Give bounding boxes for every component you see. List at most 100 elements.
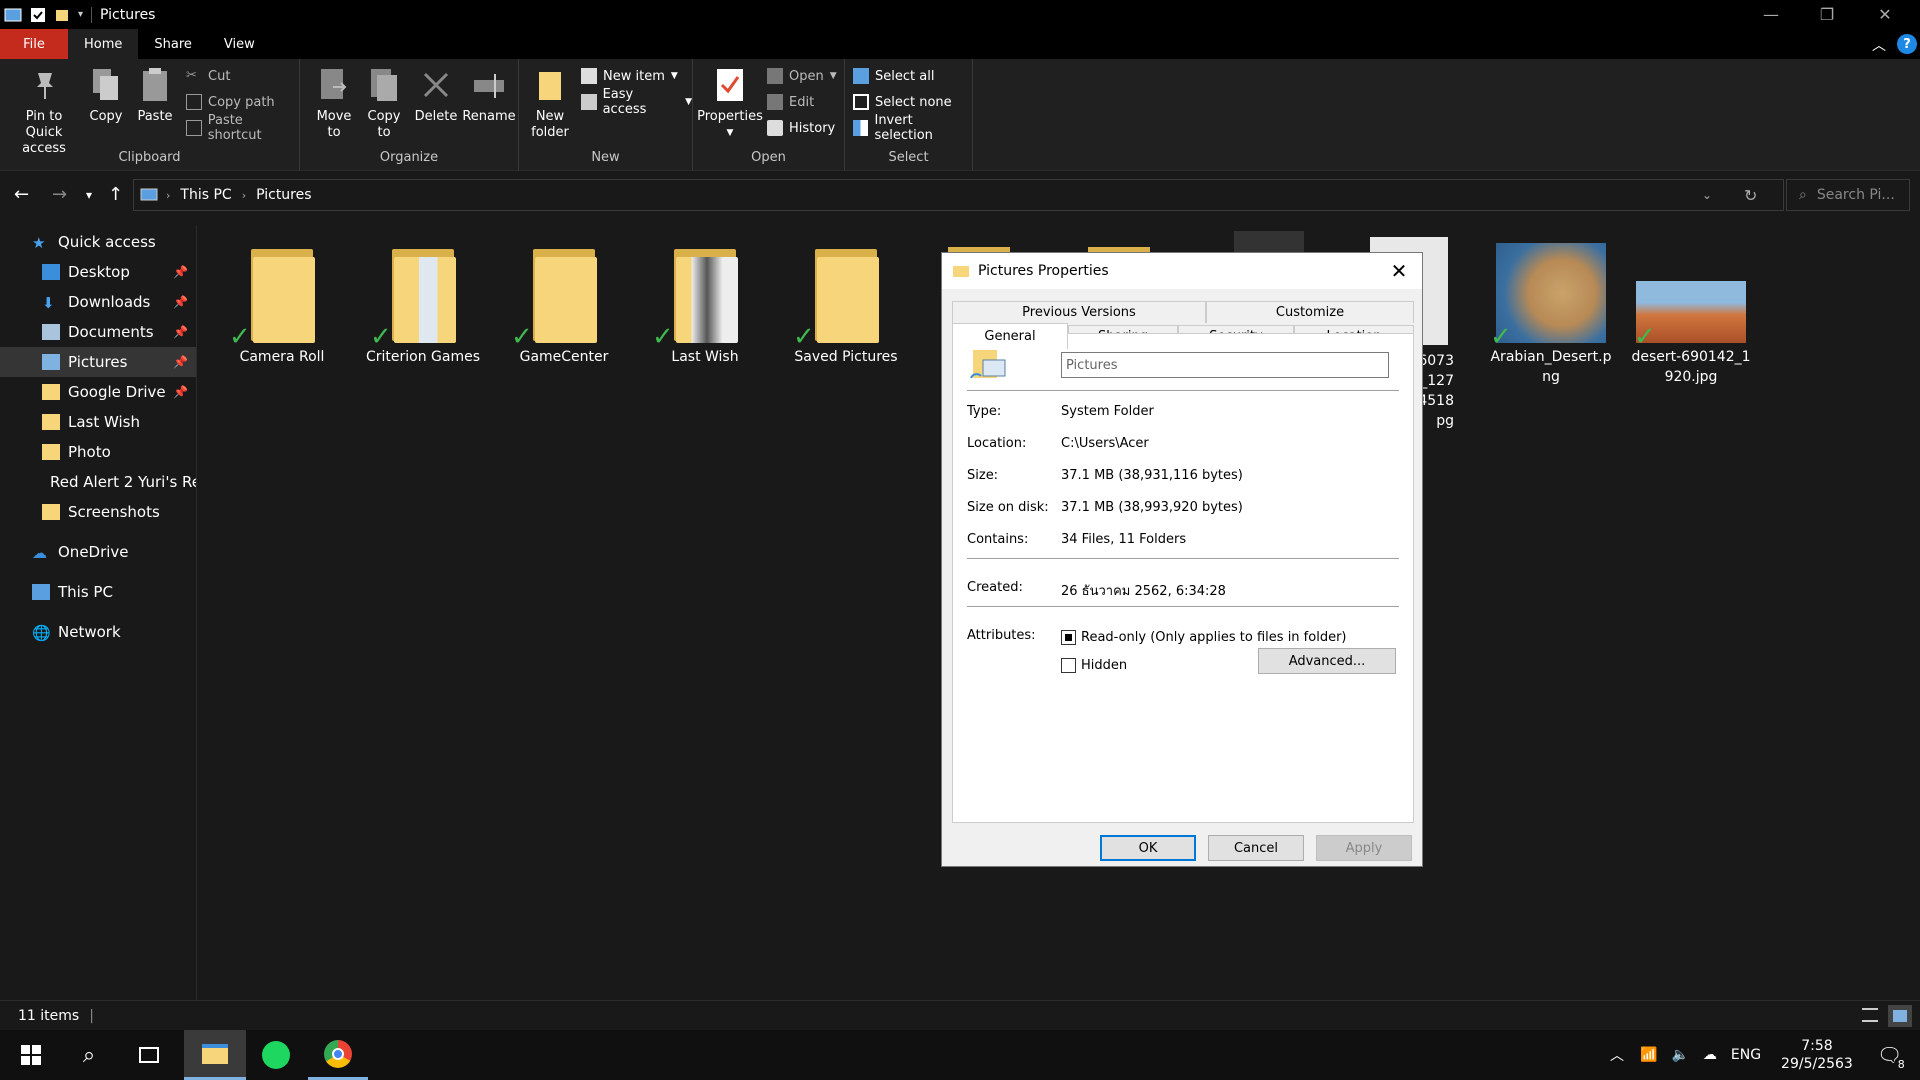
documents-icon (42, 324, 60, 340)
refresh-icon[interactable]: ↻ (1744, 186, 1757, 205)
sidebar-item-desktop[interactable]: Desktop 📌 (0, 257, 196, 287)
sidebar-item-screenshots[interactable]: Screenshots (0, 497, 196, 527)
new-folder-qat-icon[interactable] (54, 7, 70, 23)
apply-button[interactable]: Apply (1316, 835, 1412, 861)
clipboard-group-label: Clipboard (118, 150, 181, 165)
minimize-button[interactable]: — (1748, 0, 1794, 29)
delete-button[interactable]: Delete (414, 65, 458, 125)
paste-shortcut-button[interactable]: Paste shortcut (186, 113, 299, 143)
sidebar-item-this-pc[interactable]: This PC (0, 577, 196, 607)
show-hidden-icons-icon[interactable]: ︿ (1610, 1045, 1624, 1065)
chrome-taskbar-button[interactable] (308, 1030, 368, 1080)
forward-arrow-icon[interactable]: → (52, 184, 67, 205)
breadcrumb-pictures[interactable]: Pictures (256, 187, 311, 203)
new-folder-icon (533, 65, 567, 105)
sync-check-icon: ✓ (511, 322, 533, 352)
tab-general[interactable]: General (952, 323, 1068, 349)
readonly-label: Read-only (Only applies to files in fold… (1081, 630, 1347, 645)
volume-icon[interactable]: 🔈 (1671, 1047, 1688, 1063)
sidebar-item-pictures[interactable]: Pictures 📌 (0, 347, 196, 377)
sidebar-item-photo[interactable]: Photo (0, 437, 196, 467)
ok-button[interactable]: OK (1100, 835, 1196, 861)
sidebar-item-onedrive[interactable]: ☁ OneDrive (0, 537, 196, 567)
edit-button[interactable]: Edit (767, 91, 814, 113)
sidebar-item-downloads[interactable]: ⬇ Downloads 📌 (0, 287, 196, 317)
close-window-button[interactable]: ✕ (1862, 0, 1908, 29)
copy-button[interactable]: Copy (84, 65, 128, 125)
dialog-close-button[interactable]: ✕ (1384, 259, 1414, 283)
breadcrumb-this-pc[interactable]: This PC (180, 187, 231, 203)
sidebar-item-network[interactable]: 🌐 Network (0, 617, 196, 647)
tab-file[interactable]: File (0, 29, 68, 59)
file-item-saved-pictures[interactable]: ✓ Saved Pictures (781, 243, 911, 367)
hidden-checkbox[interactable] (1061, 658, 1076, 673)
search-box[interactable]: ⌕ Search Pi... (1786, 179, 1910, 211)
tab-view[interactable]: View (208, 29, 271, 59)
readonly-checkbox[interactable] (1061, 630, 1076, 645)
clock[interactable]: 7:58 29/5/2563 (1781, 1037, 1853, 1073)
search-taskbar-button[interactable]: ⌕ (60, 1030, 118, 1080)
cancel-button[interactable]: Cancel (1208, 835, 1304, 861)
sidebar-item-red-alert[interactable]: Red Alert 2 Yuri's Re (0, 467, 196, 497)
file-explorer-taskbar-button[interactable] (184, 1030, 246, 1080)
sidebar-item-quick-access[interactable]: ★ Quick access (0, 227, 196, 257)
rename-button[interactable]: Rename (462, 65, 516, 125)
pin-quick-access-button[interactable]: Pin to Quick access (6, 65, 82, 157)
tab-customize[interactable]: Customize (1206, 301, 1414, 323)
easy-access-button[interactable]: Easy access ▼ (581, 87, 692, 117)
large-icons-view-icon[interactable] (1888, 1005, 1912, 1027)
copy-to-button[interactable]: Copy to (362, 65, 406, 141)
properties-qat-icon[interactable] (30, 7, 46, 23)
move-to-button[interactable]: Move to (312, 65, 356, 141)
up-arrow-icon[interactable]: ↑ (108, 184, 123, 205)
collapse-ribbon-icon[interactable]: ︿ (1872, 35, 1886, 55)
advanced-button[interactable]: Advanced... (1258, 648, 1396, 674)
tab-share[interactable]: Share (138, 29, 208, 59)
help-icon[interactable]: ? (1897, 34, 1917, 54)
back-arrow-icon[interactable]: ← (14, 184, 29, 205)
cut-button[interactable]: ✂ Cut (186, 65, 230, 87)
details-view-icon[interactable] (1862, 1008, 1878, 1022)
spotify-taskbar-button[interactable] (246, 1030, 306, 1080)
open-button[interactable]: Open ▼ (767, 65, 837, 87)
new-item-button[interactable]: New item ▼ (581, 65, 678, 87)
sidebar-item-google-drive[interactable]: Google Drive 📌 (0, 377, 196, 407)
qat-dropdown-icon[interactable]: ▾ (78, 9, 83, 20)
file-item-last-wish[interactable]: ✓ Last Wish (640, 243, 770, 367)
onedrive-cloud-icon[interactable]: ☁ (1703, 1047, 1717, 1063)
folder-icon (42, 414, 60, 430)
restore-button[interactable]: ❐ (1804, 0, 1850, 29)
window-title: Pictures (91, 6, 155, 23)
file-item-gamecenter[interactable]: ✓ GameCenter (499, 243, 629, 367)
select-all-button[interactable]: Select all (853, 65, 934, 87)
history-button[interactable]: History (767, 117, 835, 139)
easy-access-icon (581, 94, 597, 110)
folder-name-input[interactable]: Pictures (1061, 352, 1389, 378)
invert-selection-button[interactable]: Invert selection (853, 113, 972, 143)
file-item-criterion-games[interactable]: ✓ Criterion Games (358, 243, 488, 367)
new-folder-button[interactable]: New folder (527, 65, 573, 141)
hidden-label: Hidden (1081, 658, 1128, 673)
file-item-camera-roll[interactable]: ✓ Camera Roll (217, 243, 347, 367)
wifi-icon[interactable]: 📶 (1640, 1047, 1657, 1063)
properties-button[interactable]: Properties ▼ (697, 65, 763, 141)
language-indicator[interactable]: ENG (1731, 1047, 1761, 1063)
address-bar[interactable]: › This PC › Pictures ⌄ ↻ (133, 179, 1784, 211)
notification-center-button[interactable]: 🗨 8 (1877, 1043, 1909, 1071)
address-history-dropdown-icon[interactable]: ⌄ (1702, 188, 1712, 202)
select-none-button[interactable]: Select none (853, 91, 952, 113)
file-item-arabian-desert[interactable]: ✓ Arabian_Desert.p ng (1486, 243, 1616, 387)
recent-locations-icon[interactable]: ▾ (86, 188, 92, 202)
navigation-pane: ★ Quick access Desktop 📌 ⬇ Downloads 📌 Docum… (0, 225, 197, 1000)
tab-previous-versions[interactable]: Previous Versions (952, 301, 1206, 323)
tab-home[interactable]: Home (68, 29, 139, 59)
paste-button[interactable]: Paste (132, 65, 178, 125)
sidebar-item-last-wish[interactable]: Last Wish (0, 407, 196, 437)
copy-path-button[interactable]: Copy path (186, 91, 275, 113)
sidebar-item-documents[interactable]: Documents 📌 (0, 317, 196, 347)
attributes-label: Attributes: (967, 628, 1036, 643)
pinned-icon: 📌 (173, 265, 188, 279)
file-item-desert-jpg[interactable]: ✓ desert-690142_1 920.jpg (1626, 243, 1756, 387)
start-button[interactable] (2, 1030, 60, 1080)
task-view-button[interactable] (120, 1030, 178, 1080)
